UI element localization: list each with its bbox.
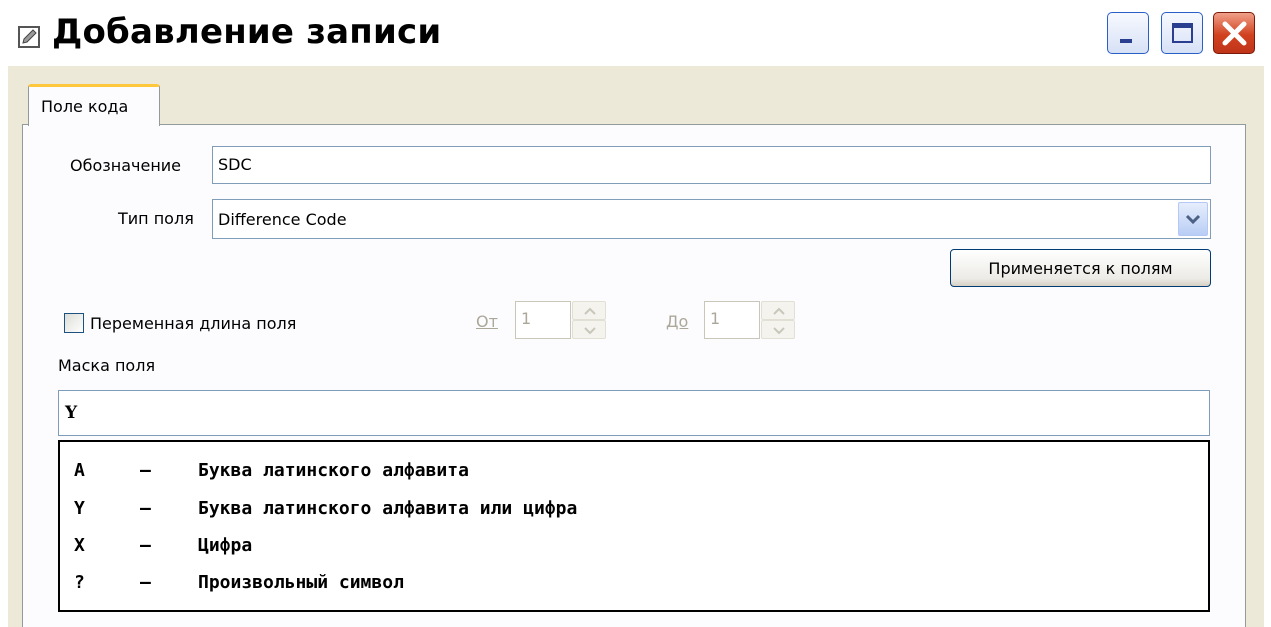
legend-key: X xyxy=(74,535,85,556)
legend-dash: – xyxy=(140,498,151,519)
arrow-down-icon xyxy=(584,327,596,335)
maximize-button[interactable] xyxy=(1161,12,1203,54)
to-value: 1 xyxy=(710,309,721,328)
minimize-button[interactable] xyxy=(1107,12,1149,54)
mask-label: Маска поля xyxy=(58,356,156,375)
legend-row: X – Цифра xyxy=(60,535,1208,565)
applies-to-fields-label: Применяется к полям xyxy=(988,259,1173,278)
add-record-dialog: Добавление записи Поле кода Обозначение … xyxy=(0,0,1271,627)
minimize-icon xyxy=(1120,39,1132,43)
designation-input[interactable]: SDC xyxy=(212,146,1211,184)
variable-length-label: Переменная длина поля xyxy=(90,314,297,333)
spin-down-button[interactable] xyxy=(761,320,795,339)
variable-length-checkbox[interactable] xyxy=(64,313,84,333)
chevron-down-icon xyxy=(1185,214,1201,225)
close-button[interactable] xyxy=(1213,12,1255,54)
arrow-up-icon xyxy=(584,307,596,315)
legend-dash: – xyxy=(140,572,151,593)
applies-to-fields-button[interactable]: Применяется к полям xyxy=(950,249,1211,287)
field-type-value: Difference Code xyxy=(218,210,347,229)
maximize-icon xyxy=(1172,23,1193,43)
legend-text: Произвольный символ xyxy=(198,572,404,593)
from-value: 1 xyxy=(521,309,532,328)
to-label: До xyxy=(666,312,689,331)
arrow-down-icon xyxy=(773,327,785,335)
legend-key: ? xyxy=(74,572,85,593)
legend-key: Y xyxy=(74,498,85,519)
designation-label: Обозначение xyxy=(70,156,182,175)
mask-value: Y xyxy=(65,403,78,423)
mask-legend: A – Буква латинского алфавита Y – Буква … xyxy=(58,440,1210,612)
from-label: От xyxy=(476,312,498,331)
to-spinner[interactable] xyxy=(761,301,795,339)
window-title: Добавление записи xyxy=(52,12,442,52)
legend-text: Буква латинского алфавита или цифра xyxy=(198,498,578,519)
title-bar[interactable]: Добавление записи xyxy=(0,0,1271,66)
legend-text: Буква латинского алфавита xyxy=(198,460,469,481)
field-type-label: Тип поля xyxy=(118,209,194,228)
arrow-up-icon xyxy=(773,307,785,315)
window-frame-left xyxy=(0,64,8,627)
spin-up-button[interactable] xyxy=(572,301,606,320)
window-frame-right xyxy=(1264,64,1271,627)
field-type-select[interactable]: Difference Code xyxy=(212,199,1211,239)
legend-dash: – xyxy=(140,535,151,556)
from-input[interactable]: 1 xyxy=(515,301,571,339)
designation-value: SDC xyxy=(218,155,252,174)
legend-row: ? – Произвольный символ xyxy=(60,572,1208,602)
from-spinner[interactable] xyxy=(572,301,606,339)
legend-key: A xyxy=(74,460,85,481)
legend-row: Y – Буква латинского алфавита или цифра xyxy=(60,498,1208,528)
to-input[interactable]: 1 xyxy=(704,301,760,339)
close-icon xyxy=(1222,21,1247,46)
mask-input[interactable]: Y xyxy=(58,390,1210,436)
legend-dash: – xyxy=(140,460,151,481)
legend-row: A – Буква латинского алфавита xyxy=(60,460,1208,490)
edit-icon xyxy=(18,26,40,48)
spin-down-button[interactable] xyxy=(572,320,606,339)
tab-code-field[interactable]: Поле кода xyxy=(28,84,160,126)
spin-up-button[interactable] xyxy=(761,301,795,320)
legend-text: Цифра xyxy=(198,535,253,556)
dropdown-button[interactable] xyxy=(1178,202,1208,236)
tab-label: Поле кода xyxy=(41,97,129,116)
